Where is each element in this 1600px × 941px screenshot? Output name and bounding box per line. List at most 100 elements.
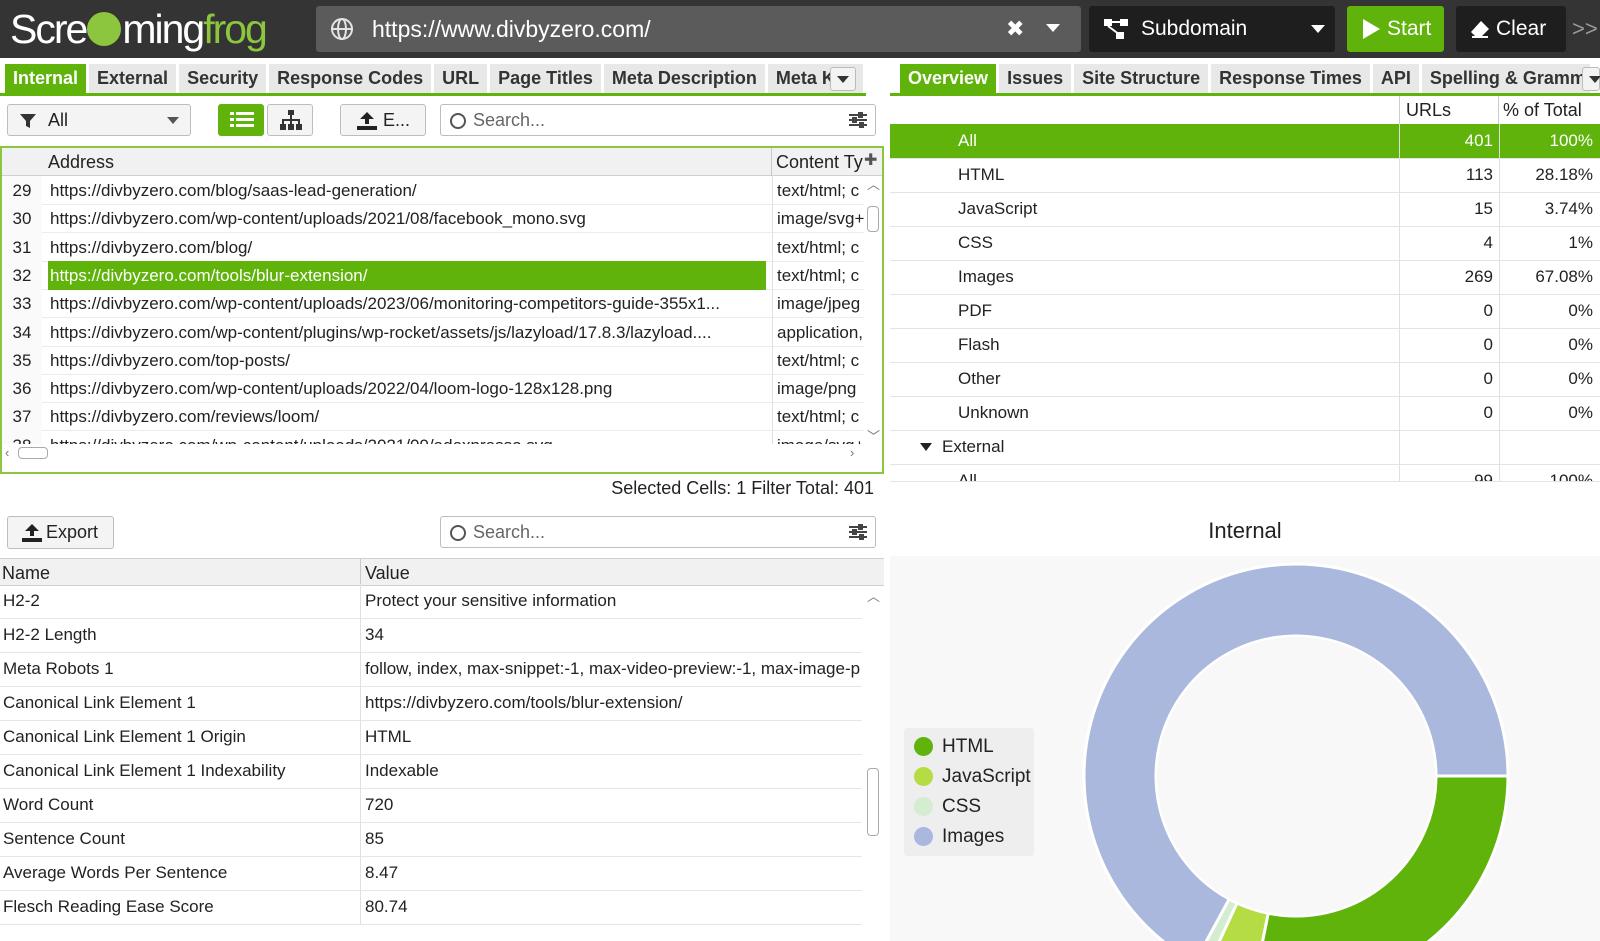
details-vertical-scrollbar[interactable]: ︿ — [864, 588, 882, 941]
search-options-icon[interactable] — [849, 112, 867, 128]
content-type-cell[interactable]: image/jpeg — [772, 289, 864, 319]
overview-row[interactable]: HTML 113 28.18% — [890, 158, 1600, 193]
list-item[interactable]: Flesch Reading Ease Score 80.74 — [0, 890, 862, 925]
content-type-cell[interactable]: text/html; c — [772, 260, 864, 290]
left-tab-external[interactable]: External — [89, 64, 177, 93]
detail-value[interactable]: 8.47 — [360, 856, 862, 890]
list-item[interactable]: H2-2 Protect your sensitive information — [0, 584, 862, 619]
list-view-button[interactable] — [218, 104, 264, 136]
clear-button[interactable]: Clear — [1456, 6, 1566, 52]
left-tab-meta-description[interactable]: Meta Description — [603, 64, 765, 93]
overview-row[interactable]: CSS 4 1% — [890, 226, 1600, 261]
left-tab-url[interactable]: URL — [434, 64, 488, 93]
column-header-urls[interactable]: URLs — [1399, 96, 1499, 124]
overview-row[interactable]: All 401 100% — [890, 124, 1600, 159]
list-item[interactable]: Canonical Link Element 1 Origin HTML — [0, 720, 862, 755]
right-tab-overview[interactable]: Overview — [900, 64, 997, 93]
overview-row[interactable]: Images 269 67.08% — [890, 260, 1600, 295]
right-tab-response-times[interactable]: Response Times — [1211, 64, 1370, 93]
left-tab-response-codes[interactable]: Response Codes — [269, 64, 432, 93]
address-cell[interactable]: https://divbyzero.com/wp-content/uploads… — [48, 289, 766, 318]
list-item[interactable]: H2-2 Length 34 — [0, 618, 862, 653]
add-column-icon[interactable]: ✚ — [864, 148, 877, 174]
list-item[interactable]: Canonical Link Element 1 https://divbyzer… — [0, 686, 862, 721]
column-header-name[interactable]: Name — [2, 559, 50, 587]
detail-value[interactable]: Protect your sensitive information — [360, 584, 862, 618]
tree-view-button[interactable] — [267, 104, 313, 136]
list-item[interactable]: Meta Robots 1 follow, index, max-snippet:… — [0, 652, 862, 687]
url-table-horizontal-scrollbar[interactable]: ‹ › — [2, 444, 864, 462]
detail-value[interactable]: 34 — [360, 618, 862, 652]
table-row[interactable]: 32 https://divbyzero.com/tools/blur-exten… — [2, 260, 864, 290]
column-header-percent-of-total[interactable]: % of Total — [1498, 96, 1600, 124]
right-tab-api[interactable]: API — [1372, 64, 1419, 93]
table-row[interactable]: 29 https://divbyzero.com/blog/saas-lead-g… — [2, 176, 864, 205]
detail-value[interactable]: 720 — [360, 788, 862, 822]
address-cell[interactable]: https://divbyzero.com/reviews/loom/ — [48, 402, 766, 431]
overview-group-row[interactable]: External — [890, 430, 1600, 465]
list-item[interactable]: Word Count 720 — [0, 788, 862, 823]
content-type-cell[interactable]: text/html; c — [772, 232, 864, 262]
table-row[interactable]: 31 https://divbyzero.com/blog/text/html; … — [2, 232, 864, 262]
address-cell[interactable]: https://divbyzero.com/blog/ — [48, 233, 766, 262]
detail-value[interactable]: 80.74 — [360, 890, 862, 924]
url-table-scroll-thumb[interactable] — [867, 206, 879, 232]
right-tab-site-structure[interactable]: Site Structure — [1074, 64, 1209, 93]
address-cell[interactable]: https://divbyzero.com/wp-content/uploads… — [48, 204, 766, 233]
detail-value[interactable]: HTML — [360, 720, 862, 754]
content-type-cell[interactable]: application, — [772, 317, 864, 347]
details-search-input[interactable]: Search... — [440, 516, 876, 548]
address-cell[interactable]: https://divbyzero.com/top-posts/ — [48, 346, 766, 375]
detail-value[interactable]: 85 — [360, 822, 862, 856]
scroll-up-icon[interactable]: ︿ — [867, 178, 880, 192]
collapse-triangle-icon[interactable] — [920, 443, 932, 451]
export-top-button[interactable]: E... — [340, 104, 426, 136]
table-row[interactable]: 34 https://divbyzero.com/wp-content/plugi… — [2, 317, 864, 347]
right-tab-issues[interactable]: Issues — [999, 64, 1072, 93]
list-item[interactable]: Sentence Count 85 — [0, 822, 862, 857]
crawl-mode-select[interactable]: Subdomain — [1089, 6, 1335, 52]
content-type-cell[interactable]: text/html; c — [772, 345, 864, 375]
search-input[interactable]: Search... — [440, 104, 876, 136]
start-button[interactable]: Start — [1347, 6, 1444, 52]
content-type-cell[interactable]: text/html; c — [772, 176, 864, 205]
scroll-left-icon[interactable]: ‹ — [5, 446, 9, 460]
table-row[interactable]: 35 https://divbyzero.com/top-posts/text/h… — [2, 345, 864, 375]
list-item[interactable]: Average Words Per Sentence 8.47 — [0, 856, 862, 891]
overview-row[interactable]: All 99 100% — [890, 464, 1600, 482]
scroll-up-icon[interactable]: ︿ — [867, 590, 880, 604]
right-tab-spelling-gramm[interactable]: Spelling & Gramm — [1421, 64, 1590, 93]
scroll-down-icon[interactable]: ﹀ — [867, 430, 880, 444]
overview-row[interactable]: JavaScript 15 3.74% — [890, 192, 1600, 227]
address-cell[interactable]: https://divbyzero.com/tools/blur-extensi… — [48, 260, 766, 290]
overview-row[interactable]: PDF 0 0% — [890, 294, 1600, 329]
overview-row[interactable]: Flash 0 0% — [890, 328, 1600, 363]
content-type-cell[interactable]: text/html; c — [772, 402, 864, 432]
url-text[interactable]: https://www.divbyzero.com/ — [372, 6, 651, 52]
column-header-value[interactable]: Value — [360, 559, 410, 587]
column-header-address[interactable]: Address — [48, 148, 114, 176]
overview-row[interactable]: Other 0 0% — [890, 362, 1600, 397]
right-tabs-overflow-dropdown[interactable] — [1582, 67, 1600, 91]
export-button[interactable]: Export — [7, 516, 114, 549]
address-cell[interactable]: https://divbyzero.com/blog/saas-lead-gen… — [48, 176, 766, 205]
detail-value[interactable]: https://divbyzero.com/tools/blur-extensi… — [360, 686, 862, 720]
details-scroll-thumb[interactable] — [867, 768, 879, 836]
detail-value[interactable]: Indexable — [360, 754, 862, 788]
overview-row[interactable]: Unknown 0 0% — [890, 396, 1600, 431]
table-row[interactable]: 33 https://divbyzero.com/wp-content/uploa… — [2, 289, 864, 319]
detail-value[interactable]: follow, index, max-snippet:-1, max-video… — [360, 652, 862, 686]
table-row[interactable]: 37 https://divbyzero.com/reviews/loom/tex… — [2, 402, 864, 432]
url-table-vertical-scrollbar[interactable]: ︿ ﹀ — [864, 176, 882, 444]
list-item[interactable]: Canonical Link Element 1 Indexability Ind… — [0, 754, 862, 789]
url-history-dropdown-icon[interactable] — [1046, 24, 1060, 32]
left-tabs-overflow-dropdown[interactable] — [830, 67, 856, 91]
content-type-cell[interactable]: image/png — [772, 374, 864, 404]
clear-url-icon[interactable]: ✖ — [1006, 6, 1024, 52]
filter-select[interactable]: All — [7, 104, 191, 136]
address-cell[interactable]: https://divbyzero.com/wp-content/uploads… — [48, 374, 766, 403]
left-tab-page-titles[interactable]: Page Titles — [490, 64, 601, 93]
table-row[interactable]: 30 https://divbyzero.com/wp-content/uploa… — [2, 204, 864, 234]
more-toolbar-icon[interactable]: >> — [1572, 0, 1598, 58]
column-header-content-type[interactable]: Content Ty — [771, 148, 867, 176]
